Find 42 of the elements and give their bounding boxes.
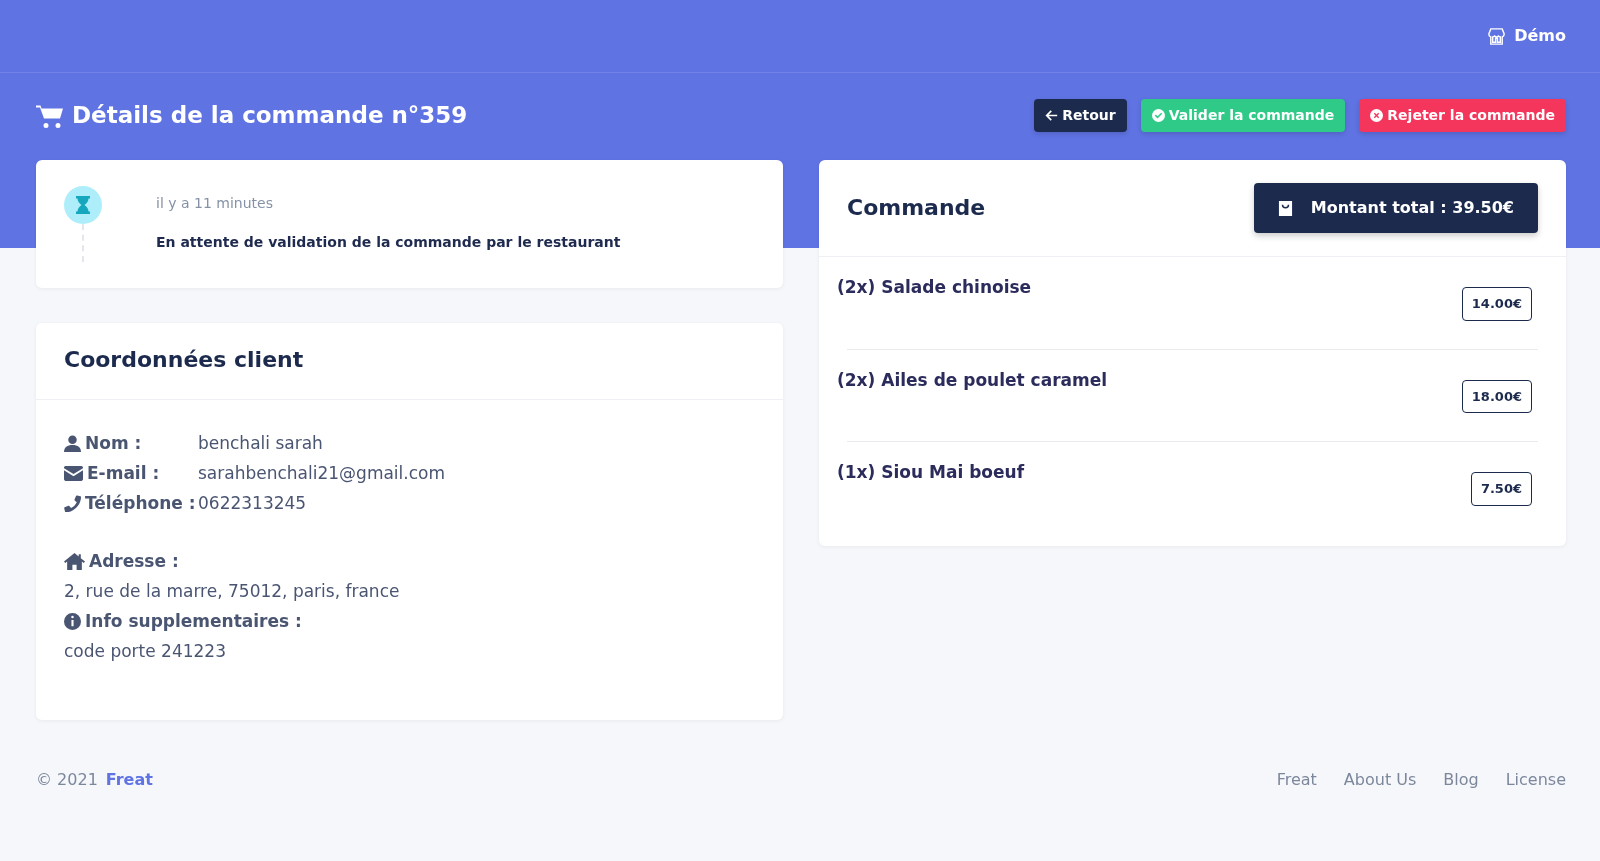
cart-icon bbox=[36, 103, 64, 128]
action-button[interactable]: Rejeter la commande bbox=[1359, 99, 1566, 132]
action-button[interactable]: Retour bbox=[1034, 99, 1127, 132]
arrow-left-icon bbox=[1045, 109, 1059, 122]
bag-icon bbox=[1277, 200, 1293, 216]
timestamp: il y a 11 minutes bbox=[156, 194, 274, 213]
hourglass-icon bbox=[64, 186, 102, 224]
action-button[interactable]: Valider la commande bbox=[1140, 99, 1346, 132]
field-label: Nom : bbox=[85, 431, 142, 455]
footer-link[interactable]: About Us bbox=[1343, 768, 1417, 793]
price-tag: 18.00€ bbox=[1461, 379, 1532, 413]
field-label: Info supplementaires : bbox=[85, 609, 302, 633]
house-icon bbox=[64, 552, 85, 570]
item-name: (2x) Salade chinoise bbox=[837, 276, 1032, 299]
page-title: Détails de la commande n°359 bbox=[72, 101, 468, 130]
status-message: En attente de validation de la commande par le restaurant bbox=[156, 233, 621, 252]
field-value: 2, rue de la marre, 75012, paris, france bbox=[64, 580, 401, 604]
card-title: Coordonnées client bbox=[64, 347, 305, 374]
footer-link[interactable]: License bbox=[1505, 768, 1566, 793]
total-amount-button[interactable]: Montant total : 39.50€ bbox=[1253, 183, 1538, 233]
footer-link[interactable]: Freat bbox=[1276, 768, 1317, 793]
field-value: sarahbenchali21@gmail.com bbox=[198, 461, 446, 485]
user-icon bbox=[64, 434, 81, 452]
field-value: benchali sarah bbox=[198, 431, 323, 455]
field-value: 0622313245 bbox=[198, 491, 307, 515]
phone-icon bbox=[64, 494, 81, 512]
brand-link[interactable]: Freat bbox=[105, 768, 153, 793]
item-name: (1x) Siou Mai boeuf bbox=[837, 461, 1025, 484]
info-icon bbox=[64, 612, 81, 630]
price-tag: 14.00€ bbox=[1461, 287, 1532, 321]
field-label: Adresse : bbox=[89, 549, 179, 573]
footer-link[interactable]: Blog bbox=[1443, 768, 1479, 793]
field-label: E-mail : bbox=[87, 461, 160, 485]
price-tag: 7.50€ bbox=[1470, 472, 1532, 506]
shop-icon bbox=[1487, 26, 1507, 46]
user-menu-link[interactable]: Démo bbox=[1514, 24, 1566, 48]
envelope-icon bbox=[64, 464, 83, 482]
copyright-text: © 2021 bbox=[36, 769, 98, 792]
field-label: Téléphone : bbox=[85, 491, 196, 515]
card-title: Commande bbox=[847, 194, 986, 222]
field-value: code porte 241223 bbox=[64, 640, 227, 664]
item-name: (2x) Ailes de poulet caramel bbox=[837, 368, 1108, 392]
